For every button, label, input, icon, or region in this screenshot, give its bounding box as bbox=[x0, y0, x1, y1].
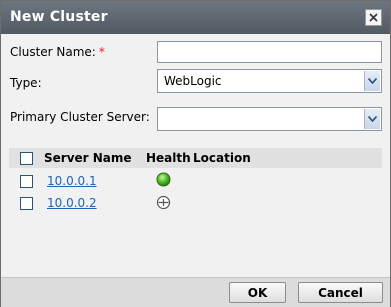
row-checkbox[interactable] bbox=[20, 175, 33, 188]
type-label: Type: bbox=[10, 76, 42, 90]
table-row: 10.0.0.1 bbox=[9, 170, 382, 192]
row-checkbox[interactable] bbox=[20, 197, 33, 210]
type-select[interactable]: WebLogic bbox=[157, 69, 382, 93]
primary-server-select[interactable] bbox=[157, 107, 382, 131]
cluster-name-label: Cluster Name: * bbox=[10, 45, 105, 59]
column-location[interactable]: Location bbox=[193, 151, 251, 165]
health-unknown-icon bbox=[156, 195, 171, 213]
primary-server-label: Primary Cluster Server: bbox=[10, 110, 150, 124]
server-table-header: Server Name Health Location bbox=[9, 148, 382, 168]
server-link[interactable]: 10.0.0.2 bbox=[47, 196, 97, 210]
server-link[interactable]: 10.0.0.1 bbox=[47, 174, 97, 188]
cancel-button[interactable]: Cancel bbox=[298, 282, 383, 303]
chevron-down-icon bbox=[368, 78, 377, 84]
column-health[interactable]: Health bbox=[146, 151, 191, 165]
dialog-title: New Cluster bbox=[10, 9, 108, 25]
type-dropdown-button[interactable] bbox=[364, 71, 380, 91]
close-button[interactable] bbox=[365, 9, 382, 26]
chevron-down-icon bbox=[368, 116, 377, 122]
type-select-value: WebLogic bbox=[164, 74, 222, 88]
primary-server-dropdown-button[interactable] bbox=[364, 109, 380, 129]
health-ok-icon bbox=[156, 172, 171, 190]
column-server-name[interactable]: Server Name bbox=[44, 151, 132, 165]
new-cluster-dialog: New Cluster Cluster Name: * Type: WebLogi… bbox=[0, 0, 391, 307]
table-row: 10.0.0.2 bbox=[9, 192, 382, 214]
dialog-titlebar[interactable]: New Cluster bbox=[1, 1, 390, 34]
ok-button[interactable]: OK bbox=[229, 282, 286, 303]
cluster-name-input[interactable] bbox=[157, 41, 382, 63]
close-icon bbox=[369, 13, 378, 22]
required-marker: * bbox=[98, 45, 105, 59]
cluster-name-label-text: Cluster Name: bbox=[10, 45, 96, 59]
select-all-checkbox[interactable] bbox=[20, 152, 33, 165]
dialog-footer: OK Cancel bbox=[1, 277, 390, 307]
